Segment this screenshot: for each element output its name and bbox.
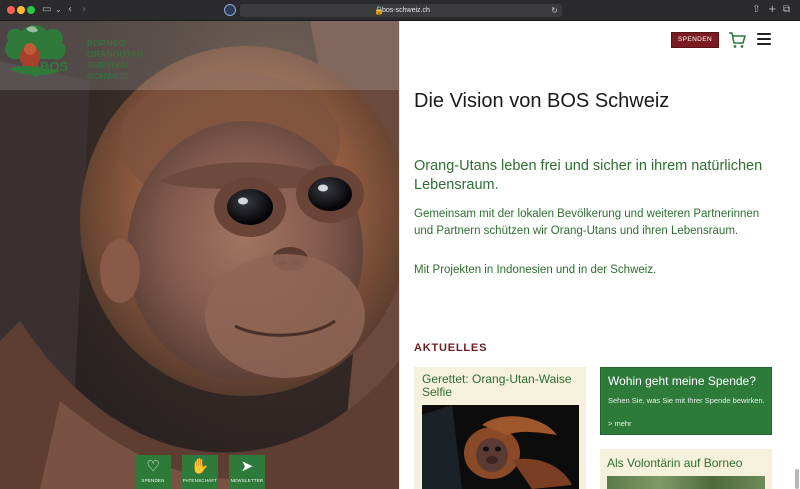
logo-line: SCHWEIZ xyxy=(87,71,129,81)
donation-info-more-link[interactable]: > mehr xyxy=(608,418,632,429)
vision-lead: Orang-Utans leben frei und sicher in ihr… xyxy=(414,158,763,193)
quick-sponsorship-label: PATENSCHAFT xyxy=(182,478,218,483)
handshake-icon: ✋ xyxy=(190,457,210,475)
quick-newsletter-button[interactable]: ➤ NEWSLETTER xyxy=(229,455,265,489)
news-card-image[interactable] xyxy=(607,476,765,489)
logo-line: BORNEO xyxy=(87,38,126,48)
quick-donate-label: SPENDEN xyxy=(141,478,165,483)
logo-line: ORANGUTAN xyxy=(87,49,144,59)
quick-donate-button[interactable]: ♡ SPENDEN xyxy=(135,455,171,489)
quick-sponsorship-button[interactable]: ✋ PATENSCHAFT xyxy=(182,455,218,489)
logo-wordmark[interactable]: BORNEO ORANGUTAN SURVIVAL SCHWEIZ xyxy=(87,38,143,82)
page-title: Die Vision von BOS Schweiz xyxy=(414,90,670,112)
panel-divider xyxy=(399,21,400,489)
paper-plane-icon: ➤ xyxy=(240,457,254,475)
orangutan-photo xyxy=(0,21,399,489)
logo-line: SURVIVAL xyxy=(87,60,131,70)
forward-icon[interactable]: › xyxy=(82,3,86,17)
minimize-window-button[interactable] xyxy=(17,6,25,14)
baby-orangutan-photo xyxy=(422,405,579,489)
bos-logo-icon[interactable]: BOS xyxy=(0,21,72,79)
donation-info-title[interactable]: Wohin geht meine Spende? xyxy=(608,374,756,388)
menu-icon[interactable] xyxy=(757,33,771,45)
donate-button[interactable]: SPENDEN xyxy=(671,32,719,48)
heart-hand-icon: ♡ xyxy=(146,457,160,475)
page-scrollbar[interactable] xyxy=(795,469,799,489)
privacy-shield-icon[interactable] xyxy=(224,4,236,16)
news-card-title[interactable]: Als Volontärin auf Borneo xyxy=(607,456,742,470)
logo-mark-text: BOS xyxy=(40,59,69,74)
chevron-down-icon[interactable]: ⌄ xyxy=(55,3,62,17)
donation-info-text: Sehen Sie, was Sie mit Ihrer Spende bewi… xyxy=(608,396,765,405)
tabs-overview-icon[interactable]: ⧉ xyxy=(783,3,790,17)
back-icon[interactable]: ‹ xyxy=(68,3,72,17)
vision-projects: Mit Projekten in Indonesien und in der S… xyxy=(414,264,657,276)
news-card-title[interactable]: Gerettet: Orang-Utan-Waise Selfie xyxy=(422,373,572,399)
news-card-image[interactable] xyxy=(422,405,579,489)
hero-image: BOS BORNEO ORANGUTAN SURVIVAL SCHWEIZ ♡ … xyxy=(0,21,399,489)
close-window-button[interactable] xyxy=(7,6,15,14)
sidebar-icon[interactable]: ▭ xyxy=(42,3,51,17)
news-card-selfie[interactable]: Gerettet: Orang-Utan-Waise Selfie xyxy=(414,367,586,489)
zoom-window-button[interactable] xyxy=(27,6,35,14)
quick-newsletter-label: NEWSLETTER xyxy=(230,478,264,483)
address-url: bos-schweiz.ch xyxy=(382,7,430,14)
share-icon[interactable]: ⇧ xyxy=(752,3,760,17)
donation-info-card[interactable]: Wohin geht meine Spende? Sehen Sie, was … xyxy=(600,367,772,435)
cart-icon[interactable] xyxy=(728,31,746,49)
browser-toolbar: ▭ ⌄ ‹ › 🔒 bos-schweiz.ch ↻ ⇧ + ⧉ xyxy=(0,0,800,21)
vision-body: Gemeinsam mit der lokalen Bevölkerung un… xyxy=(414,208,760,237)
reload-icon[interactable]: ↻ xyxy=(551,4,558,17)
news-heading: AKTUELLES xyxy=(414,342,488,354)
address-bar[interactable]: 🔒 bos-schweiz.ch ↻ xyxy=(240,4,562,17)
news-card-volunteer[interactable]: Als Volontärin auf Borneo xyxy=(600,449,772,489)
new-tab-icon[interactable]: + xyxy=(768,3,776,17)
